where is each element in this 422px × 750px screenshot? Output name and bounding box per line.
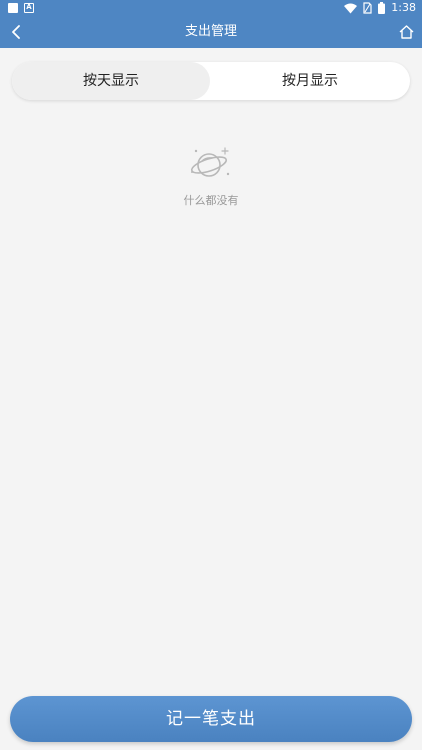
home-button[interactable] [396,22,416,42]
status-left: A [8,3,34,13]
add-expense-button[interactable]: 记一笔支出 [10,696,412,742]
home-icon [399,25,413,39]
a-badge-icon: A [24,3,34,13]
empty-state: 什么都没有 [0,142,422,208]
wifi-icon [344,3,358,13]
status-bar: A 1:38 [0,0,422,16]
empty-state-text: 什么都没有 [183,194,239,207]
title-bar: 支出管理 [0,16,422,48]
tab-by-day[interactable]: 按天显示 [12,62,210,100]
status-right: 1:38 [344,1,416,15]
notification-square-icon [8,3,18,13]
planet-icon [190,147,230,177]
screen: A 1:38 支出管理 按天显示 按月显示 什么都没有 记一笔支出 [0,0,422,750]
tab-by-month[interactable]: 按月显示 [210,62,410,100]
status-time: 1:38 [391,1,416,14]
sim-disabled-icon [363,2,372,14]
battery-icon [378,2,386,14]
display-mode-toggle: 按天显示 按月显示 [12,62,410,100]
page-title: 支出管理 [184,24,237,39]
